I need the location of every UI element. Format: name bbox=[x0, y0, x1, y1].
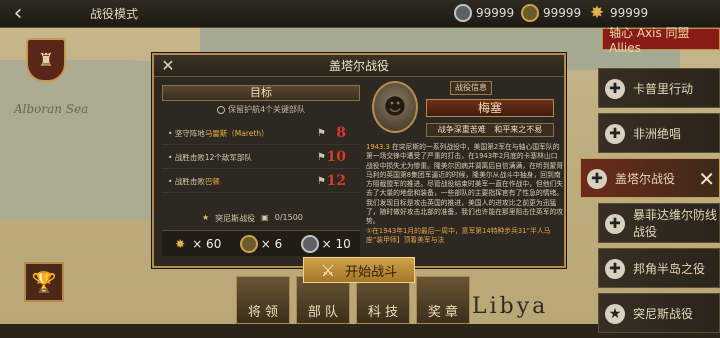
silver-coin-icon bbox=[300, 234, 319, 253]
resource-value: 99999 bbox=[476, 6, 515, 20]
objective-text: • 战胜击败12个敌军部队 bbox=[168, 153, 252, 162]
objective-text-pre: 坚守阵地 bbox=[174, 129, 205, 138]
objective-turns: 12 bbox=[326, 173, 346, 189]
chevron-left-icon: ‹ bbox=[13, 1, 23, 26]
faction-tab[interactable]: 轴心 Axis 同盟 Allies bbox=[602, 26, 720, 55]
dialog-header: ✕ 盖塔尔战役 bbox=[154, 55, 564, 77]
campaign-dialog: ✕ 盖塔尔战役 目标 保留护航4个关键部队 • 坚守阵地马雷斯（Mareth） … bbox=[152, 53, 566, 268]
star-medal-icon: ✸ bbox=[175, 236, 186, 251]
objective-highlight: 马雷斯（Mareth） bbox=[204, 129, 269, 138]
reward-value: × 6 bbox=[260, 236, 283, 251]
dialog-title: 盖塔尔战役 bbox=[328, 59, 389, 73]
cross-icon: ✚ bbox=[605, 214, 625, 234]
tab-units[interactable]: 部 队 bbox=[296, 276, 350, 324]
objective-row: • 战胜击败12个敌军部队 ⚑ 10 bbox=[162, 147, 360, 169]
star-medal-icon: ✸ bbox=[589, 3, 605, 23]
resource-medal: ✸ 99999 bbox=[588, 4, 648, 22]
campaign-item-enfidaville[interactable]: ✚ 暴菲达维尔防线战役 bbox=[598, 203, 720, 243]
flag-icon: ⚑ bbox=[317, 128, 326, 139]
resource-value: 99999 bbox=[543, 6, 582, 20]
campaign-item-label: 突尼斯战役 bbox=[633, 306, 694, 321]
page-title: 战役模式 bbox=[90, 7, 139, 21]
chest-icon: ▣ bbox=[261, 213, 269, 222]
objective-text-pre: 战胜击败12个敌军部队 bbox=[174, 153, 252, 162]
objective-highlight: 巴顿 bbox=[204, 177, 220, 186]
campaign-item-gafsa[interactable]: ✚ 盖塔尔战役 ✕ bbox=[580, 158, 720, 198]
start-battle-button[interactable]: ⚔ 开始战斗 bbox=[303, 257, 415, 283]
gold-coin-icon bbox=[239, 234, 258, 253]
progress-value: 0/1500 bbox=[274, 213, 303, 222]
objective-row: • 坚守阵地马雷斯（Mareth） ⚑ 8 bbox=[162, 123, 360, 145]
gold-coin-icon bbox=[521, 4, 539, 22]
briefing-pane: ☻ 战役信息 梅塞 战争深重苦难 和平来之不易 1943.3 在突尼斯的一系列战… bbox=[366, 79, 564, 265]
campaign-list: ✚ 卡普里行动 ✚ 非洲绝唱 ✚ 盖塔尔战役 ✕ ✚ 暴菲达维尔防线战役 ✚ 邦角半岛之役 … bbox=[580, 68, 720, 338]
desc-note: ①在1943年1月的最后一周中，意军第14特种步兵31“半人马座”装甲师】顶着美… bbox=[366, 226, 551, 244]
reward-value: × 60 bbox=[192, 236, 222, 251]
faction-emblem[interactable]: ♜ bbox=[26, 38, 66, 82]
campaign-item-label: 邦角半岛之役 bbox=[633, 261, 706, 276]
goal-subtitle: 保留护航4个关键部队 bbox=[162, 104, 360, 115]
reward-silver: × 10 bbox=[300, 234, 351, 253]
campaign-description: 1943.3 在突尼斯的一系列战役中，美国第2军在与轴心国军队的第一场交锋中遭受… bbox=[366, 143, 564, 255]
objectives-pane: 目标 保留护航4个关键部队 • 坚守阵地马雷斯（Mareth） ⚑ 8 • 战胜… bbox=[162, 85, 360, 261]
crest-icon: ♜ bbox=[37, 49, 55, 71]
objective-row: • 战胜击败巴顿 ⚑ 12 bbox=[162, 171, 360, 193]
silver-coin-icon bbox=[454, 4, 472, 22]
reward-medal: ✸ × 60 bbox=[171, 235, 221, 253]
resource-silver: 99999 bbox=[454, 4, 514, 22]
tab-medals[interactable]: 奖 章 bbox=[416, 276, 470, 324]
close-icon[interactable]: ✕ bbox=[698, 167, 715, 191]
cross-icon: ✚ bbox=[587, 169, 607, 189]
campaign-item-label: 非洲绝唱 bbox=[633, 126, 682, 141]
goal-heading: 目标 bbox=[162, 85, 360, 101]
campaign-item-label: 暴菲达维尔防线战役 bbox=[633, 208, 718, 239]
flag-icon: ⚑ bbox=[317, 152, 326, 163]
desc-body: 在突尼斯的一系列战役中，美国第2军在与轴心国军队的第一场交锋中遭受了严重的打击，… bbox=[366, 143, 564, 198]
star-icon: ★ bbox=[202, 213, 210, 222]
desc-year: 1943.3 bbox=[366, 143, 390, 151]
objective-text: • 战胜击败巴顿 bbox=[168, 177, 220, 186]
campaign-item-capbon[interactable]: ✚ 邦角半岛之役 bbox=[598, 248, 720, 288]
star-icon: ★ bbox=[605, 304, 625, 324]
desc-body-2: 我们发现目标是攻击英国的推进，美国人的进攻比之前更为迅猛了，随时做好攻击北部的准… bbox=[366, 198, 564, 226]
cross-icon: ✚ bbox=[605, 259, 625, 279]
objective-turns: 8 bbox=[336, 125, 346, 141]
campaign-item-label: 盖塔尔战役 bbox=[615, 171, 676, 186]
trophy-icon: 🏆 bbox=[31, 270, 57, 294]
resource-value: 99999 bbox=[610, 6, 649, 20]
tab-generals[interactable]: 将 领 bbox=[236, 276, 290, 324]
general-avatar-icon: ☻ bbox=[383, 94, 407, 120]
cross-icon: ✚ bbox=[605, 79, 625, 99]
campaign-item-africa[interactable]: ✚ 非洲绝唱 bbox=[598, 113, 720, 153]
tab-tech[interactable]: 科 技 bbox=[356, 276, 410, 324]
reward-value: × 10 bbox=[321, 236, 351, 251]
campaign-item-capri[interactable]: ✚ 卡普里行动 bbox=[598, 68, 720, 108]
map-label-libya: Libya bbox=[472, 294, 549, 319]
rewards-row: ✸ × 60 × 6 × 10 bbox=[162, 230, 360, 256]
close-button[interactable]: ✕ bbox=[158, 56, 178, 76]
reward-gold: × 6 bbox=[239, 234, 283, 253]
crossed-swords-icon: ⚔ bbox=[320, 260, 336, 280]
flag-icon: ⚑ bbox=[317, 176, 326, 187]
general-traits: 战争深重苦难 和平来之不易 bbox=[426, 123, 554, 137]
target-icon bbox=[216, 105, 225, 114]
campaign-item-label: 卡普里行动 bbox=[633, 81, 694, 96]
general-portrait: ☻ bbox=[372, 81, 418, 133]
campaign-info-button[interactable]: 战役信息 bbox=[450, 81, 492, 95]
campaign-item-tunisia[interactable]: ★ 突尼斯战役 bbox=[598, 293, 720, 333]
objective-turns: 10 bbox=[326, 149, 346, 165]
trophy-button[interactable]: 🏆 bbox=[24, 262, 64, 302]
bottom-tabs: 将 领 部 队 科 技 奖 章 bbox=[236, 276, 470, 324]
resource-gold: 99999 bbox=[521, 4, 581, 22]
progress-label: 突尼斯战役 bbox=[215, 214, 256, 223]
objective-text-pre: 战胜击败 bbox=[174, 177, 205, 186]
goal-subtitle-text: 保留护航4个关键部队 bbox=[227, 105, 306, 114]
start-battle-label: 开始战斗 bbox=[345, 264, 398, 280]
cross-icon: ✚ bbox=[605, 124, 625, 144]
campaign-progress: ★ 突尼斯战役 ▣ 0/1500 bbox=[202, 213, 303, 224]
general-name: 梅塞 bbox=[426, 99, 554, 117]
objective-text: • 坚守阵地马雷斯（Mareth） bbox=[168, 129, 269, 138]
back-button[interactable]: ‹ bbox=[0, 0, 36, 28]
map-label-alboran: Alboran Sea bbox=[14, 102, 89, 116]
